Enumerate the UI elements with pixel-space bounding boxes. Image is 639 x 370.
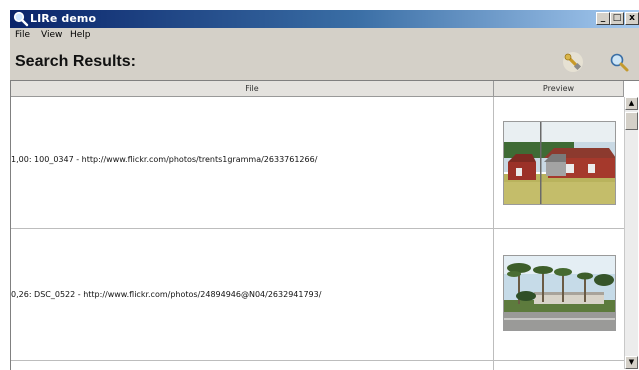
minimize-button[interactable]: _	[596, 12, 610, 25]
file-cell: 1,00: 100_0347 - http://www.flickr.com/p…	[11, 97, 494, 228]
barn-photo	[504, 122, 615, 204]
result-text: 0,26: DSC_0522 - http://www.flickr.com/p…	[11, 290, 322, 299]
scroll-up-icon[interactable]: ▲	[625, 97, 638, 110]
table-row[interactable]	[11, 361, 624, 370]
scrollbar-thumb[interactable]	[625, 112, 638, 130]
menu-bar: File View Help	[10, 28, 639, 44]
result-text: 1,00: 100_0347 - http://www.flickr.com/p…	[11, 155, 318, 164]
table-row[interactable]: 0,26: DSC_0522 - http://www.flickr.com/p…	[11, 229, 624, 361]
results-header: Search Results:	[10, 44, 639, 80]
search-icon[interactable]	[608, 51, 630, 73]
page-title: Search Results:	[15, 53, 136, 70]
results-table: File Preview 1,00: 100_0347 - http://www…	[10, 80, 639, 370]
column-header-file[interactable]: File	[11, 81, 494, 97]
palm-trees-photo	[504, 256, 615, 330]
column-header-preview[interactable]: Preview	[494, 81, 624, 97]
maximize-button[interactable]: □	[610, 12, 624, 25]
file-cell	[11, 361, 494, 370]
table-row[interactable]: 1,00: 100_0347 - http://www.flickr.com/p…	[11, 97, 624, 229]
menu-help[interactable]: Help	[70, 30, 91, 40]
file-cell: 0,26: DSC_0522 - http://www.flickr.com/p…	[11, 229, 494, 360]
magnifier-app-icon	[13, 11, 29, 27]
preview-thumbnail[interactable]	[503, 121, 616, 205]
wrench-icon[interactable]	[562, 51, 584, 73]
vertical-scrollbar[interactable]: ▲ ▼	[624, 97, 638, 369]
close-button[interactable]: x	[625, 12, 639, 25]
app-window: LIRe demo _ □ x File View Help Search Re…	[10, 10, 639, 370]
title-bar[interactable]: LIRe demo _ □ x	[10, 10, 639, 28]
scroll-down-icon[interactable]: ▼	[625, 356, 638, 369]
window-title: LIRe demo	[30, 12, 97, 25]
menu-view[interactable]: View	[41, 30, 62, 40]
preview-thumbnail[interactable]	[503, 255, 616, 331]
menu-file[interactable]: File	[15, 30, 30, 40]
